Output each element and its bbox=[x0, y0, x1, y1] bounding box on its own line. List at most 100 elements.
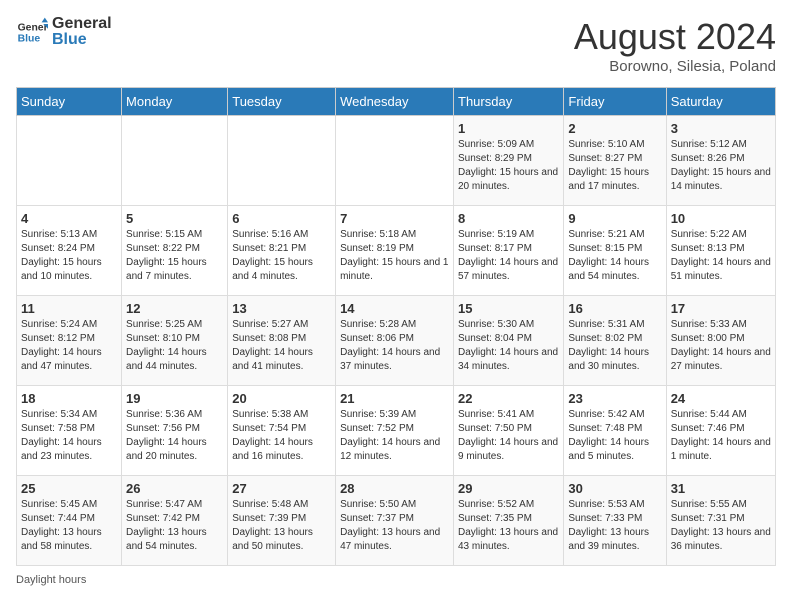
day-number: 2 bbox=[568, 121, 661, 136]
day-detail: Sunrise: 5:16 AMSunset: 8:21 PMDaylight:… bbox=[232, 228, 331, 284]
footer: Daylight hours bbox=[16, 574, 776, 586]
day-number: 29 bbox=[458, 481, 559, 496]
col-tuesday: Tuesday bbox=[228, 88, 336, 116]
calendar-cell: 22Sunrise: 5:41 AMSunset: 7:50 PMDayligh… bbox=[454, 386, 564, 476]
day-detail: Sunrise: 5:45 AMSunset: 7:44 PMDaylight:… bbox=[21, 498, 117, 554]
day-number: 15 bbox=[458, 301, 559, 316]
calendar-cell: 15 Sunrise: 5:30 AMSunset: 8:04 PMDayligh… bbox=[454, 296, 564, 386]
col-friday: Friday bbox=[564, 88, 666, 116]
col-saturday: Saturday bbox=[666, 88, 775, 116]
calendar-header-row: Sunday Monday Tuesday Wednesday Thursday… bbox=[17, 88, 776, 116]
day-number: 27 bbox=[232, 481, 331, 496]
day-detail: Sunrise: 5:44 AMSunset: 7:46 PMDaylight:… bbox=[671, 408, 771, 464]
day-number: 30 bbox=[568, 481, 661, 496]
calendar-cell: 31Sunrise: 5:55 AMSunset: 7:31 PMDayligh… bbox=[666, 476, 775, 566]
main-title: August 2024 bbox=[574, 16, 776, 58]
day-detail: Sunrise: 5:30 AMSunset: 8:04 PMDaylight:… bbox=[458, 318, 559, 374]
calendar-cell: 25 Sunrise: 5:45 AMSunset: 7:44 PMDayligh… bbox=[17, 476, 122, 566]
week-row-1: 1Sunrise: 5:09 AMSunset: 8:29 PMDaylight… bbox=[17, 116, 776, 206]
calendar-cell bbox=[228, 116, 336, 206]
title-block: August 2024 Borowno, Silesia, Poland bbox=[574, 16, 776, 75]
calendar-cell: 21 Sunrise: 5:39 AMSunset: 7:52 PMDayligh… bbox=[336, 386, 454, 476]
calendar-cell: 24Sunrise: 5:44 AMSunset: 7:46 PMDayligh… bbox=[666, 386, 775, 476]
week-row-3: 11 Sunrise: 5:24 AMSunset: 8:12 PMDayligh… bbox=[17, 296, 776, 386]
day-detail: Sunrise: 5:24 AMSunset: 8:12 PMDaylight:… bbox=[21, 318, 117, 374]
day-number: 10 bbox=[671, 211, 771, 226]
day-detail: Sunrise: 5:10 AMSunset: 8:27 PMDaylight:… bbox=[568, 138, 661, 194]
svg-text:Blue: Blue bbox=[18, 34, 41, 45]
calendar-cell: 10 Sunrise: 5:22 AMSunset: 8:13 PMDayligh… bbox=[666, 206, 775, 296]
day-detail: Sunrise: 5:22 AMSunset: 8:13 PMDaylight:… bbox=[671, 228, 771, 284]
day-number: 8 bbox=[458, 211, 559, 226]
day-number: 17 bbox=[671, 301, 771, 316]
day-number: 4 bbox=[21, 211, 117, 226]
day-number: 3 bbox=[671, 121, 771, 136]
logo: General Blue General Blue bbox=[16, 16, 112, 48]
day-detail: Sunrise: 5:41 AMSunset: 7:50 PMDaylight:… bbox=[458, 408, 559, 464]
day-number: 21 bbox=[340, 391, 449, 406]
day-number: 20 bbox=[232, 391, 331, 406]
day-detail: Sunrise: 5:39 AMSunset: 7:52 PMDaylight:… bbox=[340, 408, 449, 464]
week-row-4: 18Sunrise: 5:34 AMSunset: 7:58 PMDayligh… bbox=[17, 386, 776, 476]
calendar-cell: 19Sunrise: 5:36 AMSunset: 7:56 PMDayligh… bbox=[122, 386, 228, 476]
calendar-table: Sunday Monday Tuesday Wednesday Thursday… bbox=[16, 87, 776, 566]
day-number: 25 bbox=[21, 481, 117, 496]
col-wednesday: Wednesday bbox=[336, 88, 454, 116]
day-detail: Sunrise: 5:19 AMSunset: 8:17 PMDaylight:… bbox=[458, 228, 559, 284]
day-detail: Sunrise: 5:21 AMSunset: 8:15 PMDaylight:… bbox=[568, 228, 661, 284]
day-detail: Sunrise: 5:33 AMSunset: 8:00 PMDaylight:… bbox=[671, 318, 771, 374]
day-detail: Sunrise: 5:13 AMSunset: 8:24 PMDaylight:… bbox=[21, 228, 117, 284]
calendar-cell: 20 Sunrise: 5:38 AMSunset: 7:54 PMDayligh… bbox=[228, 386, 336, 476]
col-sunday: Sunday bbox=[17, 88, 122, 116]
calendar-cell: 2 Sunrise: 5:10 AMSunset: 8:27 PMDaylight… bbox=[564, 116, 666, 206]
calendar-cell: 12 Sunrise: 5:25 AMSunset: 8:10 PMDayligh… bbox=[122, 296, 228, 386]
calendar-cell: 16Sunrise: 5:31 AMSunset: 8:02 PMDayligh… bbox=[564, 296, 666, 386]
week-row-5: 25 Sunrise: 5:45 AMSunset: 7:44 PMDayligh… bbox=[17, 476, 776, 566]
page-header: General Blue General Blue August 2024 Bo… bbox=[16, 16, 776, 75]
calendar-cell: 9 Sunrise: 5:21 AMSunset: 8:15 PMDaylight… bbox=[564, 206, 666, 296]
calendar-cell: 14 Sunrise: 5:28 AMSunset: 8:06 PMDayligh… bbox=[336, 296, 454, 386]
col-monday: Monday bbox=[122, 88, 228, 116]
calendar-cell: 3Sunrise: 5:12 AMSunset: 8:26 PMDaylight… bbox=[666, 116, 775, 206]
daylight-label: Daylight hours bbox=[16, 574, 86, 586]
calendar-cell: 8 Sunrise: 5:19 AMSunset: 8:17 PMDaylight… bbox=[454, 206, 564, 296]
day-number: 23 bbox=[568, 391, 661, 406]
calendar-cell: 5 Sunrise: 5:15 AMSunset: 8:22 PMDaylight… bbox=[122, 206, 228, 296]
calendar-cell: 4 Sunrise: 5:13 AMSunset: 8:24 PMDaylight… bbox=[17, 206, 122, 296]
calendar-cell: 17 Sunrise: 5:33 AMSunset: 8:00 PMDayligh… bbox=[666, 296, 775, 386]
calendar-cell: 13 Sunrise: 5:27 AMSunset: 8:08 PMDayligh… bbox=[228, 296, 336, 386]
calendar-cell: 6 Sunrise: 5:16 AMSunset: 8:21 PMDaylight… bbox=[228, 206, 336, 296]
day-detail: Sunrise: 5:53 AMSunset: 7:33 PMDaylight:… bbox=[568, 498, 661, 554]
calendar-cell: 30 Sunrise: 5:53 AMSunset: 7:33 PMDayligh… bbox=[564, 476, 666, 566]
logo-general: General bbox=[52, 15, 112, 32]
day-detail: Sunrise: 5:25 AMSunset: 8:10 PMDaylight:… bbox=[126, 318, 223, 374]
day-number: 13 bbox=[232, 301, 331, 316]
calendar-cell bbox=[122, 116, 228, 206]
calendar-cell: 27Sunrise: 5:48 AMSunset: 7:39 PMDayligh… bbox=[228, 476, 336, 566]
day-detail: Sunrise: 5:38 AMSunset: 7:54 PMDaylight:… bbox=[232, 408, 331, 464]
week-row-2: 4 Sunrise: 5:13 AMSunset: 8:24 PMDaylight… bbox=[17, 206, 776, 296]
day-detail: Sunrise: 5:31 AMSunset: 8:02 PMDaylight:… bbox=[568, 318, 661, 374]
day-number: 6 bbox=[232, 211, 331, 226]
calendar-cell: 29 Sunrise: 5:52 AMSunset: 7:35 PMDayligh… bbox=[454, 476, 564, 566]
day-detail: Sunrise: 5:27 AMSunset: 8:08 PMDaylight:… bbox=[232, 318, 331, 374]
calendar-cell bbox=[336, 116, 454, 206]
calendar-cell: 26Sunrise: 5:47 AMSunset: 7:42 PMDayligh… bbox=[122, 476, 228, 566]
day-number: 14 bbox=[340, 301, 449, 316]
day-detail: Sunrise: 5:47 AMSunset: 7:42 PMDaylight:… bbox=[126, 498, 223, 554]
day-number: 12 bbox=[126, 301, 223, 316]
calendar-cell: 18Sunrise: 5:34 AMSunset: 7:58 PMDayligh… bbox=[17, 386, 122, 476]
day-number: 9 bbox=[568, 211, 661, 226]
day-detail: Sunrise: 5:18 AMSunset: 8:19 PMDaylight:… bbox=[340, 228, 449, 284]
logo-icon: General Blue bbox=[16, 16, 48, 48]
calendar-cell: 7Sunrise: 5:18 AMSunset: 8:19 PMDaylight… bbox=[336, 206, 454, 296]
day-detail: Sunrise: 5:55 AMSunset: 7:31 PMDaylight:… bbox=[671, 498, 771, 554]
day-number: 11 bbox=[21, 301, 117, 316]
day-number: 1 bbox=[458, 121, 559, 136]
col-thursday: Thursday bbox=[454, 88, 564, 116]
day-detail: Sunrise: 5:15 AMSunset: 8:22 PMDaylight:… bbox=[126, 228, 223, 284]
day-detail: Sunrise: 5:36 AMSunset: 7:56 PMDaylight:… bbox=[126, 408, 223, 464]
day-number: 5 bbox=[126, 211, 223, 226]
day-detail: Sunrise: 5:52 AMSunset: 7:35 PMDaylight:… bbox=[458, 498, 559, 554]
day-detail: Sunrise: 5:28 AMSunset: 8:06 PMDaylight:… bbox=[340, 318, 449, 374]
